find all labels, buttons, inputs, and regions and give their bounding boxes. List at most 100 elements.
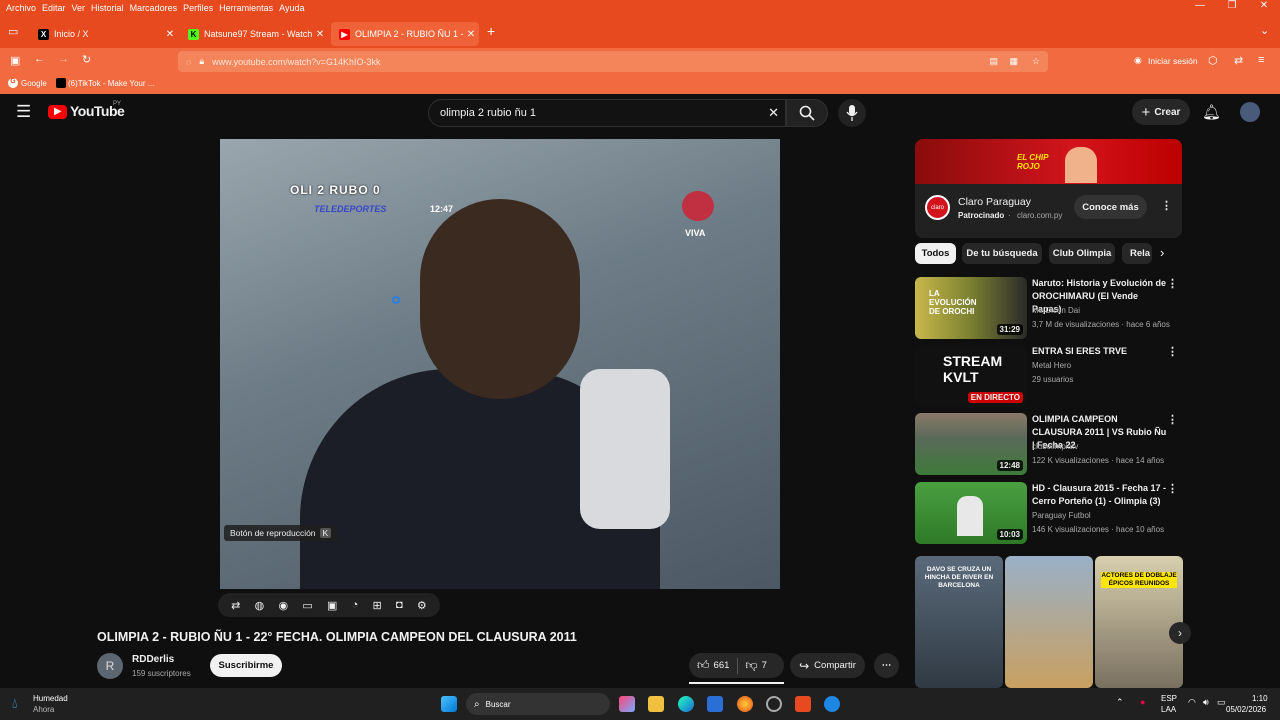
picture-icon[interactable]: ▤ <box>989 56 998 67</box>
forward-icon[interactable]: → <box>58 53 69 65</box>
mail-icon[interactable] <box>707 696 723 712</box>
reload-icon[interactable]: ↻ <box>82 53 91 66</box>
share-button[interactable]: ↪ Compartir <box>790 653 865 678</box>
signin-button[interactable]: Iniciar sesión <box>1148 56 1198 66</box>
sidebar-icon[interactable]: ▣ <box>10 54 20 67</box>
tab-list-icon[interactable]: ▭ <box>8 25 18 38</box>
video-thumbnail[interactable]: 10:03 <box>915 482 1027 544</box>
short-item[interactable]: DAVO SE CRUZA UN HINCHA DE RIVER EN BARC… <box>915 556 1003 688</box>
menu-historial[interactable]: Historial <box>91 3 124 13</box>
file-explorer-icon[interactable] <box>648 696 664 712</box>
avatar[interactable] <box>1240 102 1260 122</box>
more-icon[interactable]: ⋮ <box>1167 413 1178 426</box>
back-icon[interactable]: ← <box>34 53 45 65</box>
search-input[interactable]: olimpia 2 rubio ñu 1 ✕ <box>428 99 786 127</box>
bookmark-google[interactable]: Google <box>21 79 47 88</box>
new-tab-icon[interactable]: + <box>487 23 495 39</box>
pip-icon[interactable]: ⊞ <box>373 599 382 612</box>
channel-name[interactable]: Paraguay Futbol <box>1032 511 1091 520</box>
copilot-icon[interactable] <box>619 696 635 712</box>
more-icon[interactable]: ⋮ <box>1167 482 1178 495</box>
star-icon[interactable]: ☆ <box>1032 56 1040 67</box>
channel-name[interactable]: clubolimpiatv <box>1032 442 1078 451</box>
settings-icon[interactable]: ⚙ <box>417 599 427 612</box>
create-button[interactable]: + Crear <box>1132 99 1190 125</box>
tray-chevron-icon[interactable]: ⌃ <box>1116 697 1124 708</box>
clock-time[interactable]: 1:10 <box>1252 694 1268 703</box>
close-tab-icon[interactable]: ✕ <box>463 29 479 40</box>
chip-related[interactable]: Rela <box>1122 243 1152 264</box>
extensions-icon[interactable]: ⬡ <box>1208 54 1218 67</box>
recommendation-item[interactable]: 12:48 OLIMPIA CAMPEON CLAUSURA 2011 | VS… <box>915 413 1182 475</box>
cinema-icon[interactable]: ▭ <box>302 599 312 612</box>
ad-more-icon[interactable]: ⋮ <box>1161 199 1172 212</box>
chip-search[interactable]: De tu búsqueda <box>962 243 1042 264</box>
menu-ayuda[interactable]: Ayuda <box>279 3 304 13</box>
speed-icon[interactable]: ◔ <box>352 599 359 611</box>
screenshot-icon[interactable]: ◘ <box>396 599 403 611</box>
hamburger-icon[interactable]: ☰ <box>16 102 31 122</box>
video-player[interactable]: OLI 2 RUBO 0 TELEDEPORTES 12:47 VIVA Bot… <box>220 139 780 589</box>
chevron-right-icon[interactable]: › <box>1160 245 1164 260</box>
tab-kick[interactable]: K Natsune97 Stream - Watch Live ✕ <box>180 22 328 46</box>
start-icon[interactable] <box>441 696 457 712</box>
chip-club-olimpia[interactable]: Club Olimpia <box>1049 243 1115 264</box>
subscribe-button[interactable]: Suscribirme <box>210 654 282 677</box>
weather-label[interactable]: Humedad <box>33 694 68 703</box>
audio-icon[interactable]: ◍ <box>255 599 265 612</box>
more-icon[interactable]: ⋮ <box>1167 277 1178 290</box>
loop-icon[interactable]: ⇄ <box>231 599 240 612</box>
recommendation-item[interactable]: 10:03 HD - Clausura 2015 - Fecha 17 - Ce… <box>915 482 1182 544</box>
bookmark-tiktok[interactable]: (6)TikTok - Make Your ... <box>68 79 154 88</box>
menu-marcadores[interactable]: Marcadores <box>130 3 178 13</box>
video-thumbnail[interactable]: STREAM KVLT EN DIRECTO <box>915 345 1027 407</box>
language-label[interactable]: ESP <box>1161 694 1177 703</box>
more-icon[interactable]: ⋮ <box>1167 345 1178 358</box>
channel-name[interactable]: Me Dicen Dai <box>1032 306 1080 315</box>
close-window-icon[interactable]: ✕ <box>1248 0 1280 16</box>
video-title[interactable]: ENTRA SI ERES TRVE <box>1032 345 1167 358</box>
minimize-icon[interactable]: — <box>1184 0 1216 16</box>
youtube-logo-icon[interactable]: ▶ <box>48 105 67 119</box>
account-icon[interactable]: ◉ <box>1134 55 1142 66</box>
humidity-icon[interactable]: 💧︎ <box>12 695 18 712</box>
visibility-icon[interactable]: ◉ <box>278 599 288 612</box>
close-tab-icon[interactable]: ✕ <box>312 29 328 40</box>
menu-icon[interactable]: ≡ <box>1258 54 1264 66</box>
menu-herramientas[interactable]: Herramientas <box>219 3 273 13</box>
tab-x[interactable]: X Inicio / X ✕ <box>30 22 178 46</box>
more-actions-button[interactable]: ⋯ <box>874 653 899 678</box>
video-thumbnail[interactable]: LA EVOLUCIÓN DE OROCHI 31:29 <box>915 277 1027 339</box>
video-title[interactable]: HD - Clausura 2015 - Fecha 17 - Cerro Po… <box>1032 482 1167 508</box>
firefox-icon[interactable] <box>737 696 753 712</box>
reader-icon[interactable]: ▦ <box>1009 56 1018 67</box>
sponsored-ad[interactable]: EL CHIP ROJO claro Claro Paraguay Patroc… <box>915 139 1182 238</box>
menu-archivo[interactable]: Archivo <box>6 3 36 13</box>
channel-name[interactable]: Metal Hero <box>1032 361 1071 370</box>
shield-icon[interactable]: ◌ <box>186 57 191 67</box>
dislike-count[interactable]: 7 <box>762 660 767 671</box>
sync-icon[interactable]: ⇄ <box>1234 54 1243 67</box>
app-icon[interactable] <box>766 696 782 712</box>
restore-icon[interactable]: ❐ <box>1216 0 1248 16</box>
notifications-icon[interactable]: 🔔︎ <box>1202 103 1221 121</box>
address-bar[interactable]: ◌ 🔒︎ www.youtube.com/watch?v=G14KhIO-3kk… <box>178 51 1048 72</box>
active-app-icon[interactable] <box>795 696 811 712</box>
battery-icon[interactable]: ▭ <box>1217 697 1226 708</box>
ad-banner[interactable]: EL CHIP ROJO <box>915 139 1182 184</box>
volume-icon[interactable]: 🔊︎ <box>1203 697 1209 708</box>
dislike-icon[interactable]: 👎︎ <box>745 658 757 673</box>
ad-cta-button[interactable]: Conoce más <box>1074 195 1147 219</box>
menu-perfiles[interactable]: Perfiles <box>183 3 213 13</box>
menu-ver[interactable]: Ver <box>72 3 86 13</box>
edge-icon[interactable] <box>678 696 694 712</box>
voice-search-button[interactable] <box>838 99 866 127</box>
taskbar-search[interactable]: ⌕ Buscar <box>466 693 610 715</box>
channel-name[interactable]: RDDerlis <box>132 654 174 665</box>
tab-youtube[interactable]: ▶ OLIMPIA 2 - RUBIO ÑU 1 - 22° FECHA ✕ <box>331 22 479 46</box>
fit-icon[interactable]: ▣ <box>327 599 337 612</box>
clear-search-icon[interactable]: ✕ <box>768 105 779 121</box>
like-count[interactable]: 661 <box>714 660 730 671</box>
search-button[interactable] <box>786 99 828 127</box>
channel-avatar[interactable]: R <box>97 653 123 679</box>
